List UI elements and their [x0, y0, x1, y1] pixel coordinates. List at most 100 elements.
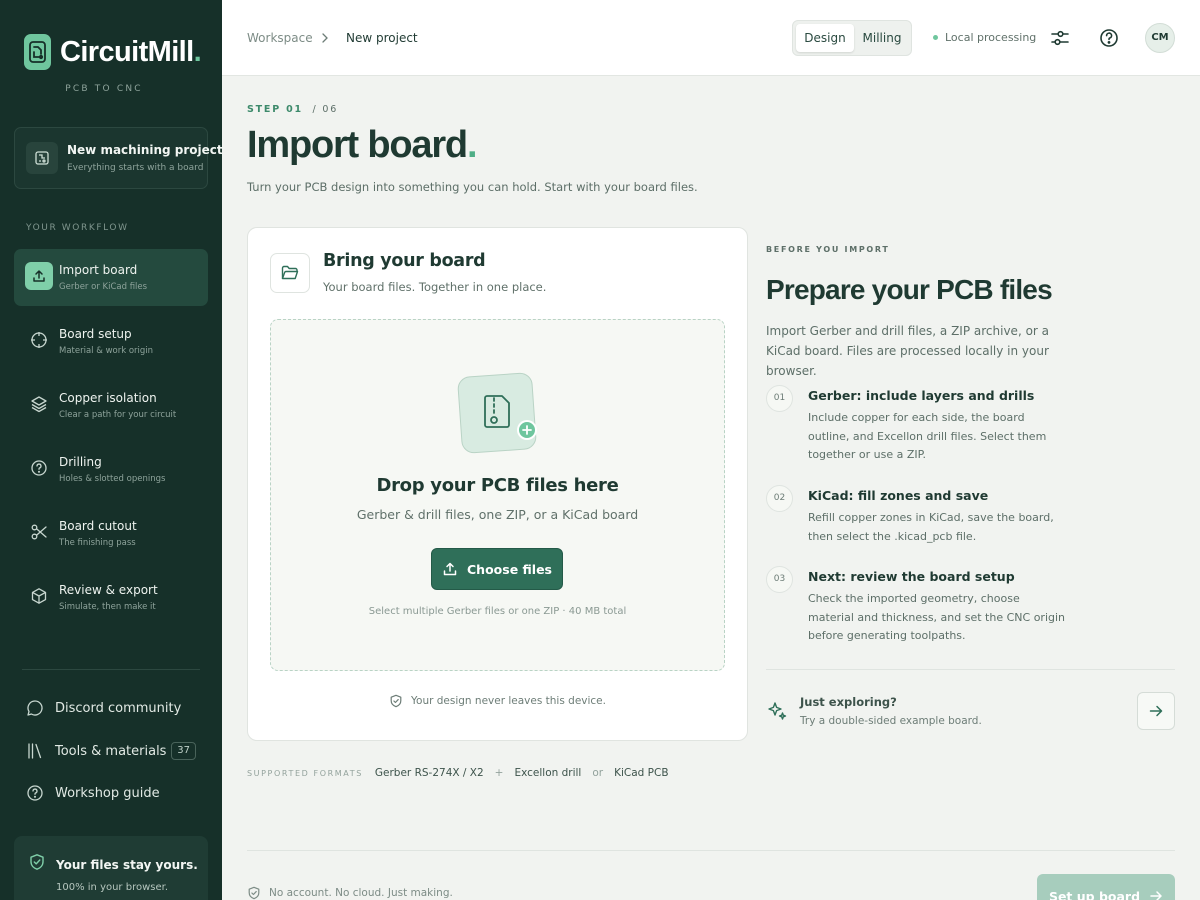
workflow-item-subtitle: Holes & slotted openings — [59, 474, 166, 484]
workflow-label: YOUR WORKFLOW — [26, 223, 129, 233]
set-up-board-button[interactable]: Set up board — [1037, 874, 1175, 900]
tip-title: KiCad: fill zones and save — [808, 488, 989, 503]
workflow-item-copper-isolation[interactable]: Copper isolation Clear a path for your c… — [14, 377, 208, 434]
scissors-icon — [25, 518, 53, 546]
library-icon — [28, 743, 42, 759]
workflow-item-subtitle: Material & work origin — [59, 346, 154, 356]
folder-open-icon — [270, 253, 310, 293]
explore-subtitle: Try a double-sided example board. — [800, 715, 982, 727]
arrow-right-icon — [1150, 891, 1162, 900]
privacy-subtitle: 100% in your browser. — [56, 882, 168, 893]
open-example-button[interactable] — [1137, 692, 1175, 730]
brand-name: CircuitMill. — [60, 35, 202, 68]
upload-icon — [25, 262, 53, 290]
workflow-item-title: Review & export — [59, 583, 158, 597]
shield-check-icon — [248, 886, 260, 900]
dropzone-subtitle: Gerber & drill files, one ZIP, or a KiCa… — [356, 507, 639, 522]
workflow-item-drilling[interactable]: Drilling Holes & slotted openings — [14, 441, 208, 498]
footer-note-text: No account. No cloud. Just making. — [269, 887, 453, 899]
page-title: Import board. — [247, 124, 478, 166]
tip-body: Refill copper zones in KiCad, save the b… — [808, 511, 1054, 543]
prepare-label: BEFORE YOU IMPORT — [766, 245, 890, 254]
workflow-item-title: Drilling — [59, 455, 102, 469]
breadcrumb-current: New project — [346, 31, 418, 45]
board-icon — [26, 142, 58, 174]
tab-design[interactable]: Design — [796, 24, 854, 52]
sidebar-link-discord[interactable]: Discord community — [26, 696, 200, 720]
card-title: Bring your board — [323, 251, 486, 271]
format-item: Excellon drill — [514, 767, 582, 779]
file-dropzone[interactable]: Drop your PCB files here Gerber & drill … — [270, 319, 725, 671]
brand[interactable]: CircuitMill. — [24, 34, 202, 70]
tip-number: 02 — [766, 485, 793, 512]
project-subtitle: Everything starts with a board — [67, 163, 204, 173]
choose-files-label: Choose files — [467, 561, 552, 577]
choose-files-button[interactable]: Choose files — [431, 548, 563, 590]
tab-milling[interactable]: Milling — [854, 24, 910, 52]
tip-body: Check the imported geometry, choose mate… — [808, 592, 1066, 642]
workflow-item-subtitle: Clear a path for your circuit — [59, 410, 177, 420]
card-footer: Your design never leaves this device. — [248, 694, 747, 708]
dropzone-note: Select multiple Gerber files or one ZIP … — [368, 606, 627, 617]
card-subtitle: Your board files. Together in one place. — [323, 280, 547, 294]
status-text: Local processing — [945, 31, 1037, 44]
workflow-item-board-cutout[interactable]: Board cutout The finishing pass — [14, 505, 208, 562]
dropzone-title: Drop your PCB files here — [376, 475, 619, 496]
workflow-item-review-export[interactable]: Review & export Simulate, then make it — [14, 569, 208, 626]
breadcrumb-workspace[interactable]: Workspace — [247, 31, 313, 45]
workflow-item-subtitle: The finishing pass — [59, 538, 136, 548]
tip-body: Include copper for each side, the board … — [808, 411, 1047, 461]
supported-formats: SUPPORTED FORMATS Gerber RS-274X / X2 + … — [247, 767, 669, 779]
layers-icon — [25, 390, 53, 418]
new-project-card[interactable]: New machining project Everything starts … — [14, 127, 223, 189]
sidebar-link-workshop-guide[interactable]: Workshop guide — [26, 781, 200, 805]
tip-number: 03 — [766, 566, 793, 593]
brand-tagline: PCB TO CNC — [65, 84, 143, 94]
tools-count-badge: 37 — [171, 742, 196, 760]
help-icon[interactable] — [1098, 27, 1120, 49]
shield-check-icon — [30, 854, 44, 870]
explore-title: Just exploring? — [800, 695, 897, 709]
page-subtitle: Turn your PCB design into something you … — [247, 180, 698, 194]
workflow-item-subtitle: Simulate, then make it — [59, 602, 156, 612]
card-footer-text: Your design never leaves this device. — [411, 695, 606, 707]
help-circle-icon — [27, 785, 43, 801]
box-icon — [25, 582, 53, 610]
import-card: Bring your board Your board files. Toget… — [247, 227, 748, 741]
tip-title: Gerber: include layers and drills — [808, 388, 1035, 403]
workflow-item-title: Copper isolation — [59, 391, 157, 405]
prepare-title: Prepare your PCB files — [766, 274, 1053, 305]
arrow-right-icon — [1149, 705, 1163, 717]
avatar[interactable]: CM — [1145, 23, 1175, 53]
workflow-item-title: Import board — [59, 263, 138, 277]
drill-icon — [25, 454, 53, 482]
project-title: New machining project — [67, 143, 223, 157]
footer-note: No account. No cloud. Just making. — [247, 886, 453, 900]
format-item: Gerber RS-274X / X2 — [374, 767, 484, 779]
sidebar-link-label: Tools & materials — [55, 743, 167, 759]
crosshair-icon — [25, 326, 53, 354]
circuit-logo-icon — [24, 34, 51, 70]
sliders-icon[interactable] — [1049, 27, 1071, 49]
prepare-description: Import Gerber and drill files, a ZIP arc… — [766, 324, 1050, 378]
workflow-item-board-setup[interactable]: Board setup Material & work origin — [14, 313, 208, 370]
prepare-divider — [766, 669, 1175, 670]
upload-icon — [443, 562, 457, 576]
mode-toggle: Design Milling — [792, 20, 912, 56]
format-item: KiCad PCB — [614, 767, 669, 779]
tip-title: Next: review the board setup — [808, 569, 1015, 584]
workflow-item-title: Board cutout — [59, 519, 137, 533]
tip-number: 01 — [766, 385, 793, 412]
shield-check-icon — [390, 694, 402, 708]
set-up-board-label: Set up board — [1048, 888, 1141, 900]
workflow-item-subtitle: Gerber or KiCad files — [59, 282, 148, 292]
chevron-right-icon — [322, 33, 328, 43]
workflow-item-import-board[interactable]: Import board Gerber or KiCad files — [14, 249, 208, 306]
sidebar: CircuitMill. PCB TO CNC New machining pr… — [0, 0, 223, 900]
topbar: Workspace New project Design Milling Loc… — [222, 0, 1200, 76]
footer-divider — [247, 850, 1175, 851]
step-indicator: STEP 01 / 06 — [247, 104, 339, 115]
sidebar-link-tools-materials[interactable]: Tools & materials 37 — [26, 739, 200, 763]
sparkles-icon — [768, 702, 787, 720]
file-zip-add-icon — [457, 372, 537, 454]
